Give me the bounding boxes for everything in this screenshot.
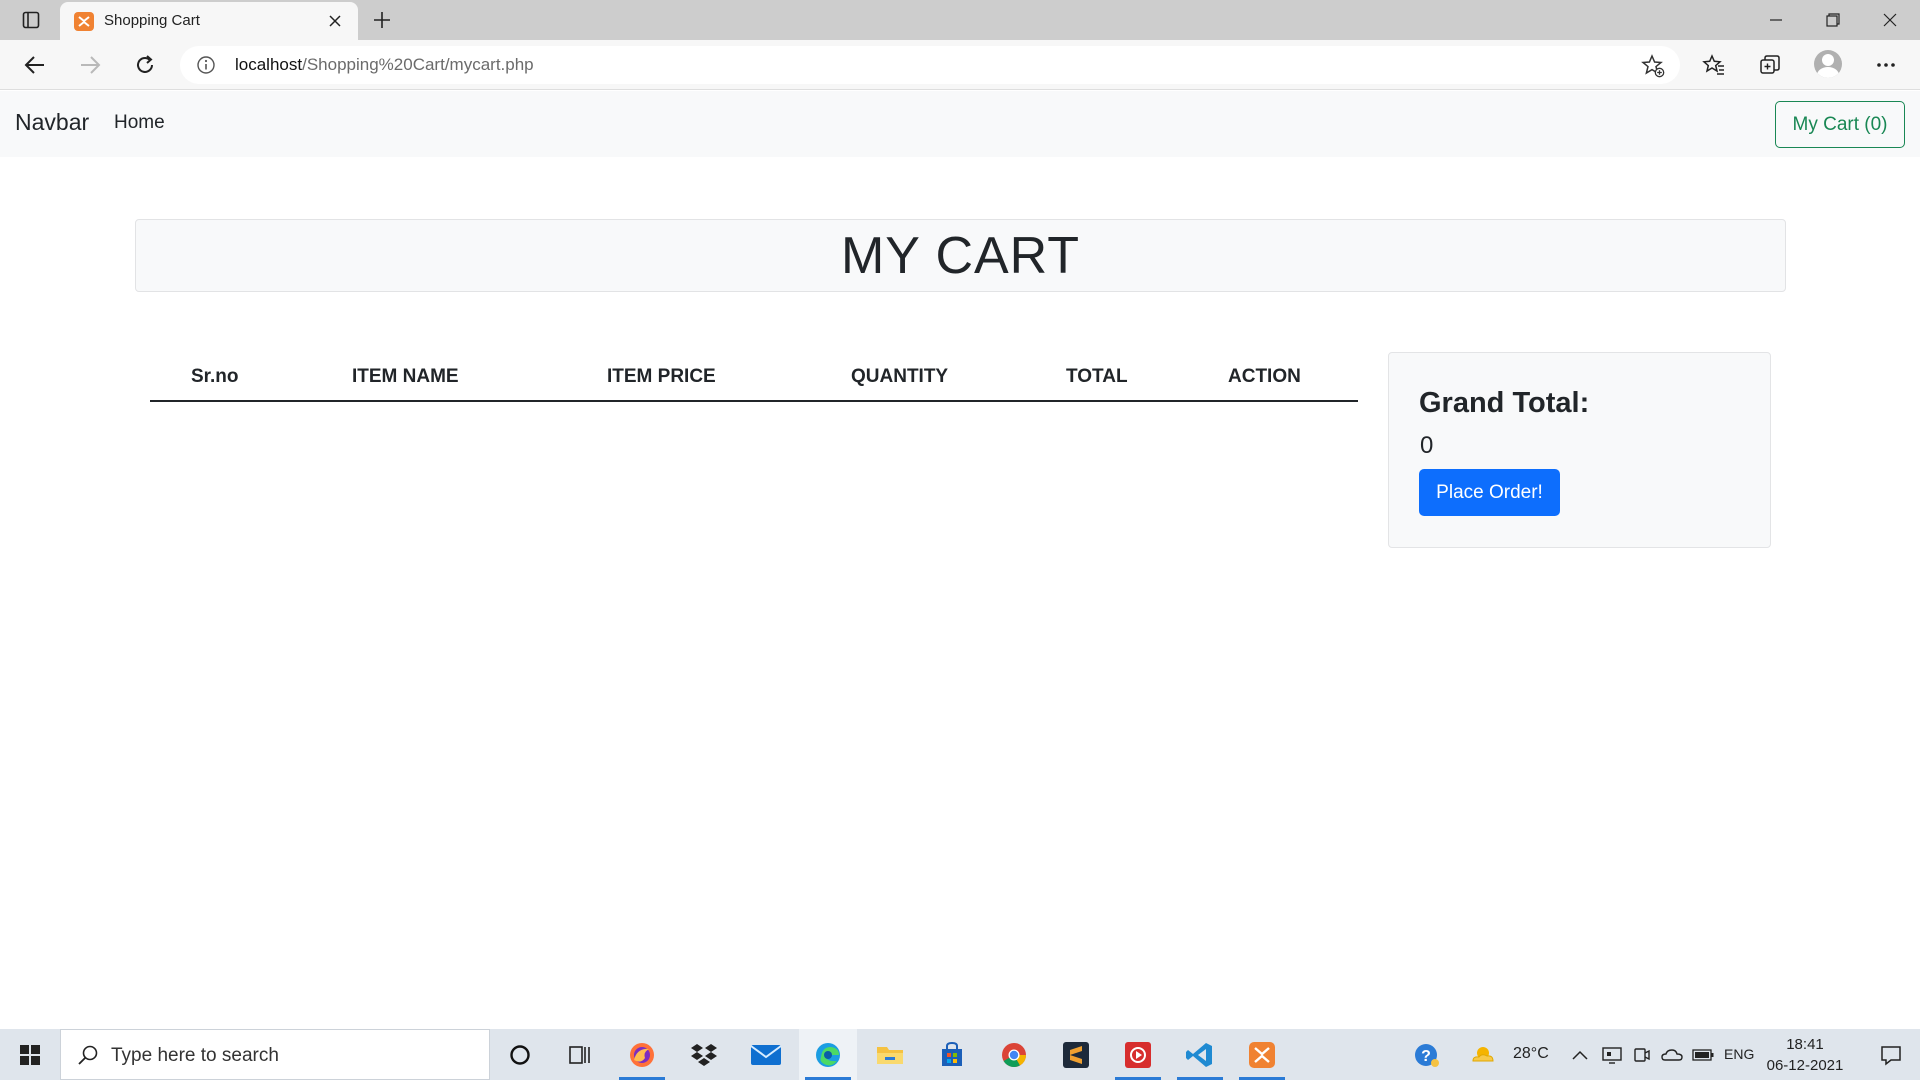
column-header-srno: Sr.no — [191, 366, 239, 387]
forward-icon[interactable] — [72, 49, 108, 81]
cortana-icon[interactable] — [491, 1029, 549, 1080]
xampp-favicon-icon — [74, 12, 94, 31]
favorites-icon[interactable] — [1696, 49, 1732, 81]
task-view-icon[interactable] — [551, 1029, 609, 1080]
address-bar[interactable]: localhost/Shopping%20Cart/mycart.php — [180, 46, 1680, 84]
page-title: MY CART — [840, 226, 1081, 285]
grand-total-label: Grand Total: — [1419, 387, 1590, 419]
meet-now-icon[interactable] — [1628, 1029, 1656, 1080]
input-language[interactable]: ENG — [1724, 1046, 1754, 1062]
column-header-item-name: ITEM NAME — [352, 366, 459, 387]
sublime-text-icon[interactable] — [1047, 1029, 1105, 1080]
vscode-icon[interactable] — [1171, 1029, 1229, 1080]
taskbar-search-box[interactable]: Type here to search — [60, 1029, 490, 1080]
minimize-icon[interactable] — [1756, 4, 1796, 36]
edge-icon[interactable] — [799, 1029, 857, 1080]
column-header-quantity: QUANTITY — [851, 366, 949, 387]
column-header-action: ACTION — [1228, 366, 1301, 387]
cart-table-header: Sr.no ITEM NAME ITEM PRICE QUANTITY TOTA… — [150, 354, 1358, 402]
page-title-banner: MY CART — [135, 219, 1786, 292]
browser-tab-strip: Shopping Cart — [0, 0, 1920, 40]
url-path: /Shopping%20Cart/mycart.php — [302, 55, 534, 74]
url-text: localhost/Shopping%20Cart/mycart.php — [235, 55, 534, 75]
chrome-icon[interactable] — [985, 1029, 1043, 1080]
battery-icon[interactable] — [1688, 1029, 1718, 1080]
clock-date: 06-12-2021 — [1766, 1057, 1844, 1074]
new-tab-icon[interactable] — [368, 6, 396, 34]
place-order-button[interactable]: Place Order! — [1419, 469, 1560, 516]
weather-temperature[interactable]: 28°C — [1513, 1045, 1549, 1063]
site-navbar: Navbar Home My Cart (0) — [0, 91, 1920, 157]
search-placeholder: Type here to search — [111, 1045, 279, 1066]
url-host: localhost — [235, 55, 303, 74]
tab-actions-icon[interactable] — [14, 8, 47, 32]
firefox-icon[interactable] — [613, 1029, 671, 1080]
nav-link-home[interactable]: Home — [114, 112, 165, 134]
navbar-brand[interactable]: Navbar — [15, 109, 89, 136]
close-window-icon[interactable] — [1870, 4, 1910, 36]
browser-toolbar: localhost/Shopping%20Cart/mycart.php — [0, 40, 1920, 90]
restore-icon[interactable] — [1813, 4, 1853, 36]
clock-time: 18:41 — [1786, 1036, 1824, 1053]
site-info-icon[interactable] — [196, 55, 216, 75]
svg-text:?: ? — [1421, 1048, 1431, 1065]
dropbox-icon[interactable] — [675, 1029, 733, 1080]
add-favorite-icon[interactable] — [1640, 53, 1666, 79]
store-icon[interactable] — [923, 1029, 981, 1080]
collections-icon[interactable] — [1752, 49, 1788, 81]
xampp-icon[interactable] — [1233, 1029, 1291, 1080]
profile-avatar-icon[interactable] — [1814, 50, 1842, 78]
file-explorer-icon[interactable] — [861, 1029, 919, 1080]
refresh-icon[interactable] — [127, 49, 163, 81]
column-header-item-price: ITEM PRICE — [607, 366, 716, 387]
media-player-icon[interactable] — [1109, 1029, 1167, 1080]
browser-tab[interactable]: Shopping Cart — [60, 2, 358, 40]
more-menu-icon[interactable] — [1868, 49, 1904, 81]
tab-close-icon[interactable] — [324, 10, 346, 32]
onedrive-icon[interactable] — [1657, 1029, 1687, 1080]
grand-total-card: Grand Total: 0 Place Order! — [1388, 352, 1771, 548]
mail-icon[interactable] — [737, 1029, 795, 1080]
taskbar-clock[interactable]: 18:41 06-12-2021 — [1760, 1034, 1850, 1076]
search-icon — [77, 1044, 99, 1066]
show-hidden-icons-icon[interactable] — [1566, 1029, 1594, 1080]
help-icon[interactable]: ? — [1398, 1029, 1456, 1080]
column-header-total: TOTAL — [1066, 366, 1128, 387]
windows-start-icon[interactable] — [0, 1029, 60, 1080]
tab-title: Shopping Cart — [104, 12, 200, 29]
back-icon[interactable] — [17, 49, 53, 81]
grand-total-value: 0 — [1420, 432, 1434, 459]
network-monitor-icon[interactable] — [1598, 1029, 1626, 1080]
windows-taskbar: Type here to search ? 28°C ENG 18:41 06-… — [0, 1029, 1920, 1080]
my-cart-button[interactable]: My Cart (0) — [1775, 101, 1905, 148]
notification-center-icon[interactable] — [1862, 1029, 1920, 1080]
weather-icon[interactable] — [1459, 1029, 1507, 1080]
